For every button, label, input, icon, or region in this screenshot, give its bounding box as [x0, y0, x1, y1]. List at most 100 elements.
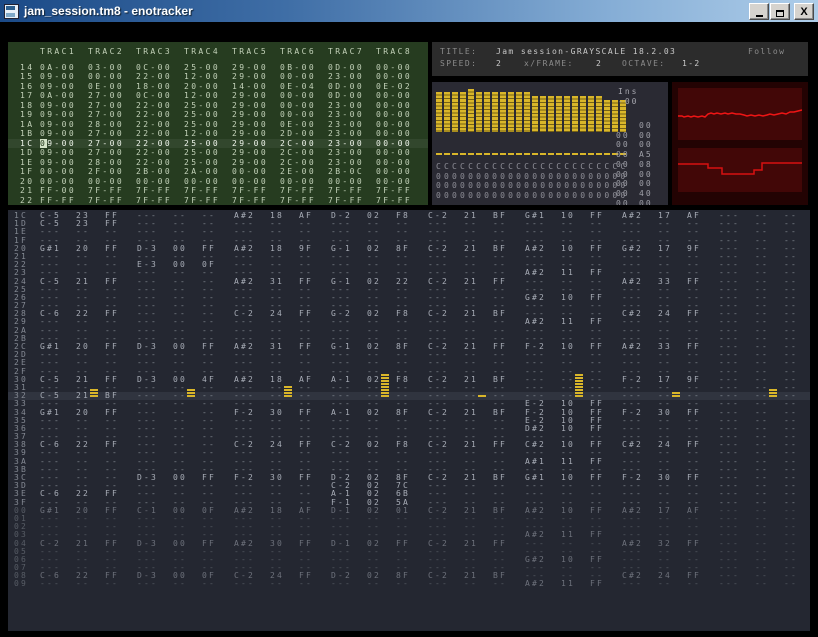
order-cell[interactable]: 12-00: [184, 129, 220, 139]
order-cell[interactable]: 2C-00: [280, 158, 316, 168]
order-cell[interactable]: 2F-00: [88, 167, 124, 177]
order-cell[interactable]: 00-00: [376, 167, 412, 177]
order-cell[interactable]: 0E-00: [88, 82, 124, 92]
order-cell[interactable]: 00-00: [376, 101, 412, 111]
order-cell[interactable]: 22-00: [136, 101, 172, 111]
order-row[interactable]: 1A09-0028-0022-0025-0029-000E-0023-0000-…: [8, 120, 428, 130]
order-cell[interactable]: 29-00: [232, 63, 268, 73]
order-cell[interactable]: 00-00: [280, 91, 316, 101]
pattern-row[interactable]: 09-----------------------------------A#2…: [8, 580, 810, 588]
order-cell[interactable]: 00-00: [328, 177, 364, 187]
order-cell[interactable]: FF-00: [40, 186, 76, 196]
order-cell[interactable]: 29-00: [232, 129, 268, 139]
order-cell[interactable]: 00-00: [184, 177, 220, 187]
order-cell[interactable]: 0B-00: [280, 63, 316, 73]
order-cell[interactable]: 28-00: [88, 120, 124, 130]
order-row[interactable]: 1E09-0028-0022-0025-0029-002C-0023-0000-…: [8, 158, 428, 168]
octave-value[interactable]: 1-2: [682, 59, 701, 68]
order-cell[interactable]: 27-00: [88, 139, 124, 149]
order-cell[interactable]: 18-00: [136, 82, 172, 92]
speed-value[interactable]: 2: [496, 59, 502, 68]
order-row[interactable]: 1609-000E-0018-0020-0014-000E-040D-000E-…: [8, 82, 428, 92]
order-cell[interactable]: 29-00: [232, 101, 268, 111]
order-cell[interactable]: 09-00: [40, 82, 76, 92]
order-cell[interactable]: 27-00: [88, 129, 124, 139]
envelope-editor[interactable]: [436, 88, 632, 132]
order-cell[interactable]: 0E-02: [376, 82, 412, 92]
order-row[interactable]: 1D09-0027-0022-0025-0029-002C-0023-0000-…: [8, 148, 428, 158]
order-cell[interactable]: 00-00: [280, 110, 316, 120]
order-cell[interactable]: 00-00: [40, 177, 76, 187]
order-cell[interactable]: 27-00: [88, 110, 124, 120]
order-cell[interactable]: 09-00: [40, 110, 76, 120]
order-cell[interactable]: 25-00: [184, 148, 220, 158]
order-cell[interactable]: 23-00: [328, 129, 364, 139]
order-cell[interactable]: 14-00: [232, 82, 268, 92]
order-cell[interactable]: 7F-FF: [328, 186, 364, 196]
order-row[interactable]: 1909-0027-0022-0025-0029-0000-0023-0000-…: [8, 110, 428, 120]
order-cell[interactable]: 0E-04: [280, 82, 316, 92]
order-cell[interactable]: 00-00: [280, 177, 316, 187]
order-cell[interactable]: 22-00: [136, 110, 172, 120]
order-cell[interactable]: 22-00: [136, 72, 172, 82]
order-cell[interactable]: 27-00: [88, 101, 124, 111]
order-cell[interactable]: 2B-0C: [328, 167, 364, 177]
close-button[interactable]: X: [794, 3, 814, 20]
xframe-value[interactable]: 2: [596, 59, 602, 68]
order-cell[interactable]: 00-00: [376, 148, 412, 158]
order-row[interactable]: 1809-0027-0022-0025-0029-0000-0023-0000-…: [8, 101, 428, 111]
order-cell[interactable]: 28-00: [88, 158, 124, 168]
instrument-number[interactable]: -00: [618, 97, 638, 106]
order-cell[interactable]: 7F-FF: [328, 196, 364, 206]
order-cell[interactable]: 00-00: [376, 91, 412, 101]
order-cell[interactable]: 00-00: [280, 101, 316, 111]
order-cell[interactable]: 7F-FF: [280, 186, 316, 196]
order-cell[interactable]: 25-00: [184, 63, 220, 73]
order-cell[interactable]: 29-00: [232, 91, 268, 101]
order-cell[interactable]: 23-00: [328, 72, 364, 82]
order-cell[interactable]: 09-00: [40, 148, 76, 158]
order-cell[interactable]: 23-00: [328, 139, 364, 149]
order-cell[interactable]: 25-00: [184, 139, 220, 149]
order-cell[interactable]: 25-00: [184, 120, 220, 130]
order-cell[interactable]: 12-00: [184, 91, 220, 101]
order-cell[interactable]: 23-00: [328, 158, 364, 168]
minimize-button[interactable]: [749, 3, 769, 20]
order-cell[interactable]: 2D-00: [280, 129, 316, 139]
order-cell[interactable]: 00-00: [136, 177, 172, 187]
order-row[interactable]: 140A-0003-000C-0025-0029-000B-000D-0000-…: [8, 63, 428, 73]
order-cell[interactable]: 2E-00: [280, 167, 316, 177]
order-row[interactable]: 1C09-0027-0022-0025-0029-002C-0023-0000-…: [8, 139, 428, 149]
order-cell[interactable]: 2A-00: [184, 167, 220, 177]
order-cell[interactable]: 22-00: [136, 120, 172, 130]
order-cell[interactable]: 0D-00: [328, 63, 364, 73]
order-row[interactable]: 1F00-002F-002B-002A-0000-002E-002B-0C00-…: [8, 167, 428, 177]
order-cell[interactable]: 7F-FF: [232, 186, 268, 196]
order-cell[interactable]: 00-00: [376, 177, 412, 187]
order-cell[interactable]: 29-00: [232, 120, 268, 130]
order-cell[interactable]: 0C-00: [136, 91, 172, 101]
order-cell[interactable]: 29-00: [232, 139, 268, 149]
maximize-button[interactable]: [770, 3, 790, 20]
order-cell[interactable]: 00-00: [40, 167, 76, 177]
order-cell[interactable]: 23-00: [328, 120, 364, 130]
order-cell[interactable]: 2B-00: [136, 167, 172, 177]
order-cell[interactable]: 00-00: [88, 72, 124, 82]
order-cell[interactable]: 0A-00: [40, 91, 76, 101]
order-cell[interactable]: 00-00: [376, 129, 412, 139]
order-cell[interactable]: 00-00: [232, 167, 268, 177]
order-cell[interactable]: 7F-FF: [232, 196, 268, 206]
order-cell[interactable]: 09-00: [40, 72, 76, 82]
order-cell[interactable]: 25-00: [184, 110, 220, 120]
order-row[interactable]: 1509-0000-0022-0012-0029-0000-0023-0000-…: [8, 72, 428, 82]
order-cell[interactable]: 2C-00: [280, 148, 316, 158]
order-cell[interactable]: 7F-FF: [184, 186, 220, 196]
order-cell[interactable]: 0D-00: [328, 82, 364, 92]
order-cell[interactable]: 7F-FF: [376, 186, 412, 196]
order-cell[interactable]: 00-00: [376, 139, 412, 149]
order-cell[interactable]: 25-00: [184, 101, 220, 111]
order-cell[interactable]: 00-00: [280, 72, 316, 82]
order-cell[interactable]: 23-00: [328, 101, 364, 111]
order-row[interactable]: 22FF-FF7F-FF7F-FF7F-FF7F-FF7F-FF7F-FF7F-…: [8, 196, 428, 206]
order-cell[interactable]: 7F-FF: [184, 196, 220, 206]
